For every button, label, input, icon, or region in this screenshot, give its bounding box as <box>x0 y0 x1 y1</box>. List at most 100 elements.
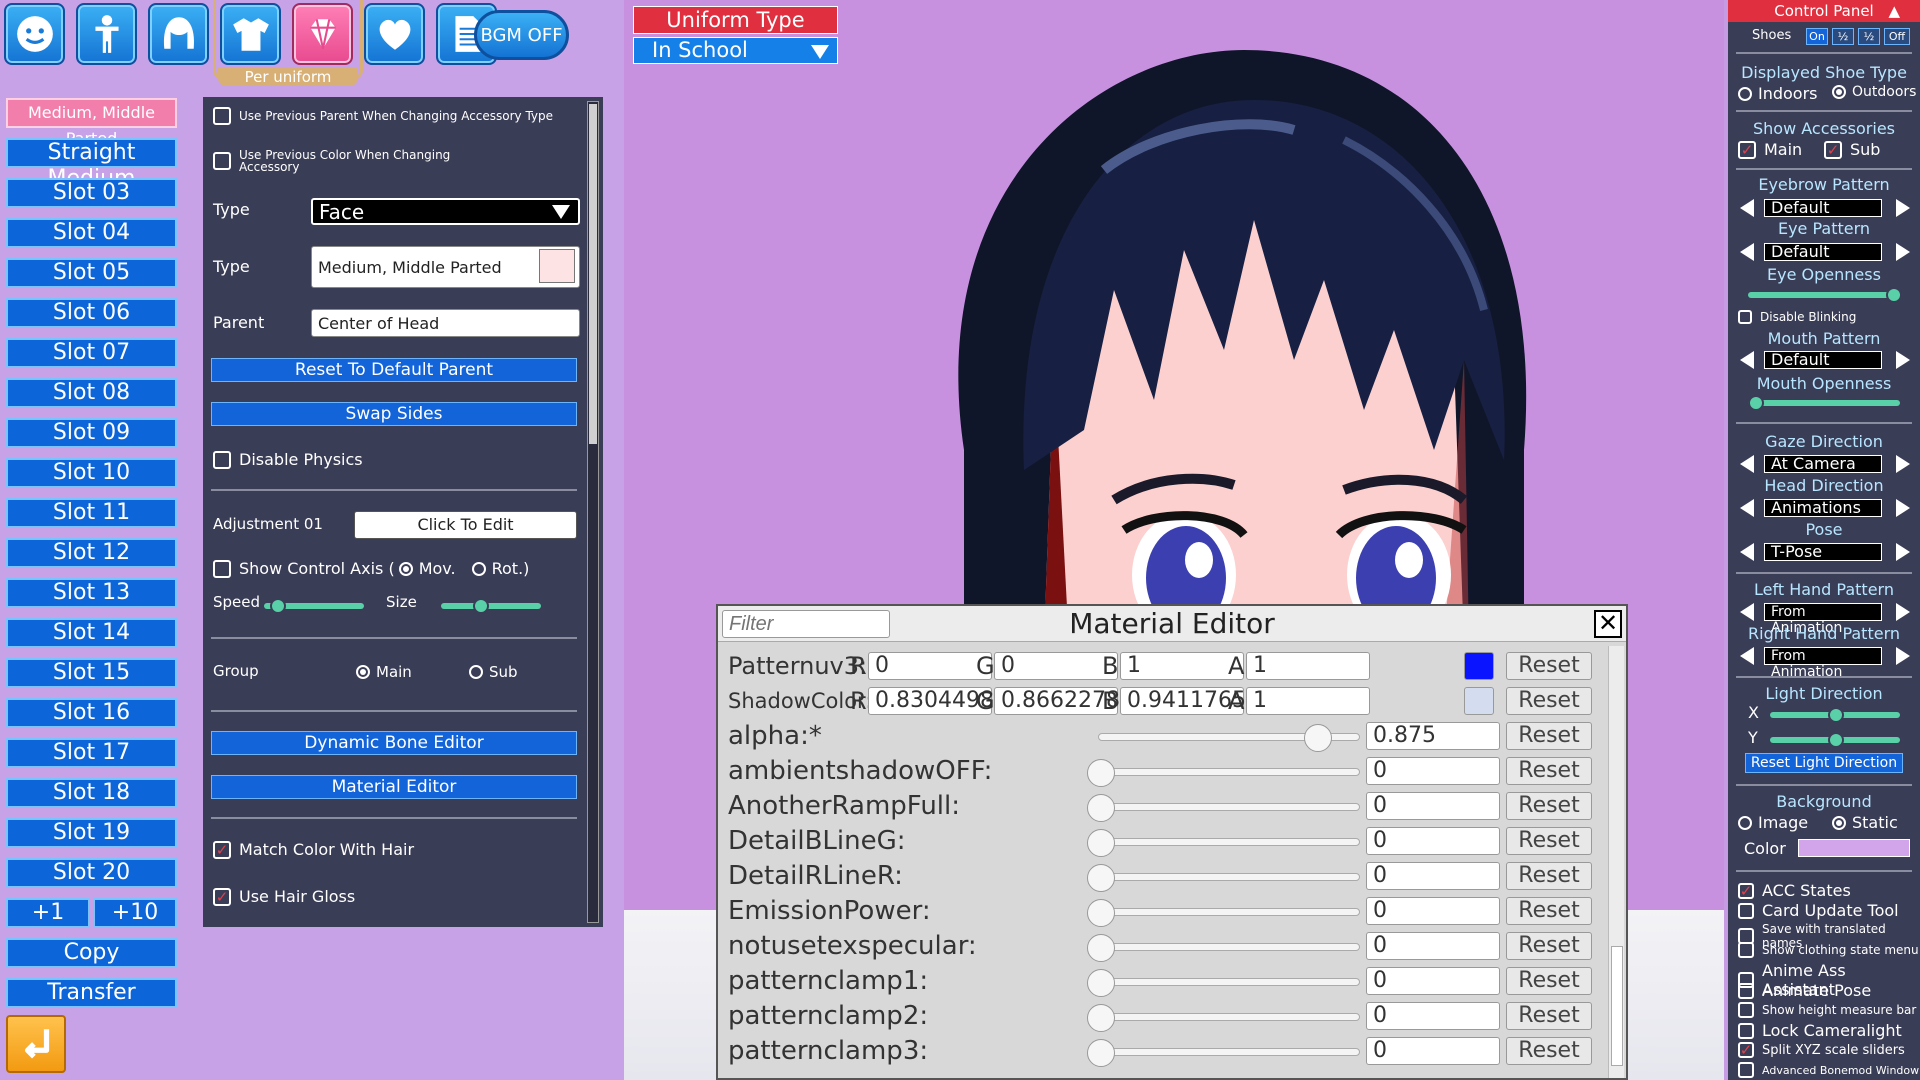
plugin-lock-cameralight-option[interactable]: Lock Cameralight <box>1738 1021 1902 1040</box>
property-value-input[interactable]: 0 <box>1366 757 1500 785</box>
eyebrow-pattern-value[interactable]: Default <box>1764 199 1882 217</box>
outdoors-radio[interactable] <box>1832 85 1846 99</box>
swap-sides-button[interactable]: Swap Sides <box>211 402 577 426</box>
property-slider-knob[interactable] <box>1087 794 1115 822</box>
plugin-card-update-checkbox[interactable] <box>1738 902 1754 919</box>
uniform-type-dropdown[interactable]: In School <box>633 37 838 64</box>
plugin-height-bar-option[interactable]: Show height measure bar <box>1738 1002 1916 1018</box>
group-sub-option[interactable]: Sub <box>469 663 518 681</box>
click-to-edit-button[interactable]: Click To Edit <box>354 511 577 539</box>
light-x-knob[interactable] <box>1828 707 1844 723</box>
property-value-input[interactable]: 0 <box>1366 827 1500 855</box>
property-value-input[interactable]: 0 <box>1366 1037 1500 1065</box>
eye-next-arrow-icon[interactable] <box>1896 243 1910 261</box>
property-slider[interactable] <box>1087 864 1360 892</box>
mouth-openness-knob[interactable] <box>1748 395 1764 411</box>
plugin-acc-states-option[interactable]: ACC States <box>1738 881 1851 900</box>
material-filter-input[interactable] <box>722 610 890 638</box>
size-slider[interactable] <box>441 598 541 614</box>
reset-button[interactable]: Reset <box>1506 722 1592 750</box>
green-channel-input[interactable]: 0.8662278 <box>994 687 1120 715</box>
material-editor-button[interactable]: Material Editor <box>211 775 577 799</box>
pose-prev-arrow-icon[interactable] <box>1740 543 1754 561</box>
property-value-input[interactable]: 0 <box>1366 792 1500 820</box>
pose-next-arrow-icon[interactable] <box>1896 543 1910 561</box>
head-direction-value[interactable]: Animations <box>1764 499 1882 517</box>
mouth-openness-slider[interactable] <box>1748 395 1900 411</box>
material-editor-header[interactable]: Material Editor ✕ <box>718 606 1626 642</box>
alpha-channel-input[interactable]: 1 <box>1246 687 1370 715</box>
property-value-input[interactable]: 0 <box>1366 862 1500 890</box>
slot-18[interactable]: Slot 18 <box>6 778 177 808</box>
reset-button[interactable]: Reset <box>1506 932 1592 960</box>
background-image-radio[interactable] <box>1738 815 1752 830</box>
eye-openness-knob[interactable] <box>1886 287 1902 303</box>
disable-blinking-checkbox[interactable] <box>1738 310 1752 324</box>
light-y-knob[interactable] <box>1828 732 1844 748</box>
property-slider[interactable] <box>1087 794 1360 822</box>
rotate-axis-radio[interactable] <box>471 561 486 576</box>
outdoors-option[interactable]: Outdoors <box>1832 84 1916 100</box>
reset-light-direction-button[interactable]: Reset Light Direction <box>1745 753 1903 773</box>
slot-05[interactable]: Slot 05 <box>6 258 177 288</box>
right-hand-next-arrow-icon[interactable] <box>1896 647 1910 665</box>
slot-14[interactable]: Slot 14 <box>6 618 177 648</box>
eyebrow-prev-arrow-icon[interactable] <box>1740 199 1754 217</box>
accessory-type-dropdown[interactable]: Face <box>311 198 580 225</box>
head-prev-arrow-icon[interactable] <box>1740 499 1754 517</box>
reset-button[interactable]: Reset <box>1506 967 1592 995</box>
light-x-slider[interactable] <box>1770 707 1900 723</box>
body-icon[interactable] <box>76 3 137 65</box>
plugin-height-bar-checkbox[interactable] <box>1738 1002 1754 1018</box>
gaze-prev-arrow-icon[interactable] <box>1740 455 1754 473</box>
indoors-radio[interactable] <box>1738 86 1752 101</box>
slot-16[interactable]: Slot 16 <box>6 698 177 728</box>
plugin-bonemod-option[interactable]: Advanced Bonemod Window <box>1738 1062 1919 1078</box>
property-value-input[interactable]: 0 <box>1366 1002 1500 1030</box>
property-slider[interactable] <box>1098 724 1360 752</box>
reset-default-parent-button[interactable]: Reset To Default Parent <box>211 358 577 382</box>
show-main-accessories-option[interactable]: Main <box>1738 140 1802 159</box>
material-editor-scrollbar[interactable] <box>1608 646 1624 1078</box>
heart-icon[interactable] <box>364 3 425 65</box>
slot-10[interactable]: Slot 10 <box>6 458 177 488</box>
hair-icon[interactable] <box>148 3 209 65</box>
property-slider[interactable] <box>1087 829 1360 857</box>
pose-value[interactable]: T-Pose <box>1764 543 1882 561</box>
property-slider[interactable] <box>1087 759 1360 787</box>
property-value-input[interactable]: 0.875 <box>1366 722 1500 750</box>
transfer-button[interactable]: Transfer <box>6 978 177 1008</box>
blue-channel-input[interactable]: 0.9411765 <box>1120 687 1246 715</box>
gaze-direction-value[interactable]: At Camera <box>1764 455 1882 473</box>
size-slider-knob[interactable] <box>473 598 489 614</box>
shoes-half1-button[interactable]: ½ <box>1832 28 1854 45</box>
shoes-half2-button[interactable]: ½ <box>1858 28 1880 45</box>
indoors-option[interactable]: Indoors <box>1738 84 1818 103</box>
property-slider-knob[interactable] <box>1087 829 1115 857</box>
background-image-option[interactable]: Image <box>1738 813 1808 832</box>
plugin-card-update-option[interactable]: Card Update Tool <box>1738 901 1899 920</box>
speed-slider[interactable] <box>264 598 364 614</box>
plugin-acc-states-checkbox[interactable] <box>1738 882 1754 899</box>
property-slider-knob[interactable] <box>1087 864 1115 892</box>
add-one-slot-button[interactable]: +1 <box>6 898 90 928</box>
reset-button[interactable]: Reset <box>1506 792 1592 820</box>
property-slider[interactable] <box>1087 1039 1360 1067</box>
speed-slider-knob[interactable] <box>270 598 286 614</box>
left-hand-prev-arrow-icon[interactable] <box>1740 603 1754 621</box>
use-previous-color-checkbox[interactable] <box>213 152 231 170</box>
property-slider[interactable] <box>1087 899 1360 927</box>
property-slider-knob[interactable] <box>1087 1039 1115 1067</box>
close-icon[interactable]: ✕ <box>1594 610 1622 638</box>
blue-channel-input[interactable]: 1 <box>1120 652 1244 680</box>
head-next-arrow-icon[interactable] <box>1896 499 1910 517</box>
property-value-input[interactable]: 0 <box>1366 932 1500 960</box>
red-channel-input[interactable]: 0 <box>868 652 992 680</box>
group-sub-radio[interactable] <box>469 665 483 679</box>
background-static-radio[interactable] <box>1832 815 1846 830</box>
plugin-lock-cameralight-checkbox[interactable] <box>1738 1022 1754 1039</box>
group-main-radio[interactable] <box>356 665 370 679</box>
slot-19[interactable]: Slot 19 <box>6 818 177 848</box>
slot-03[interactable]: Slot 03 <box>6 178 177 208</box>
bgm-toggle-button[interactable]: BGM OFF <box>474 10 569 60</box>
